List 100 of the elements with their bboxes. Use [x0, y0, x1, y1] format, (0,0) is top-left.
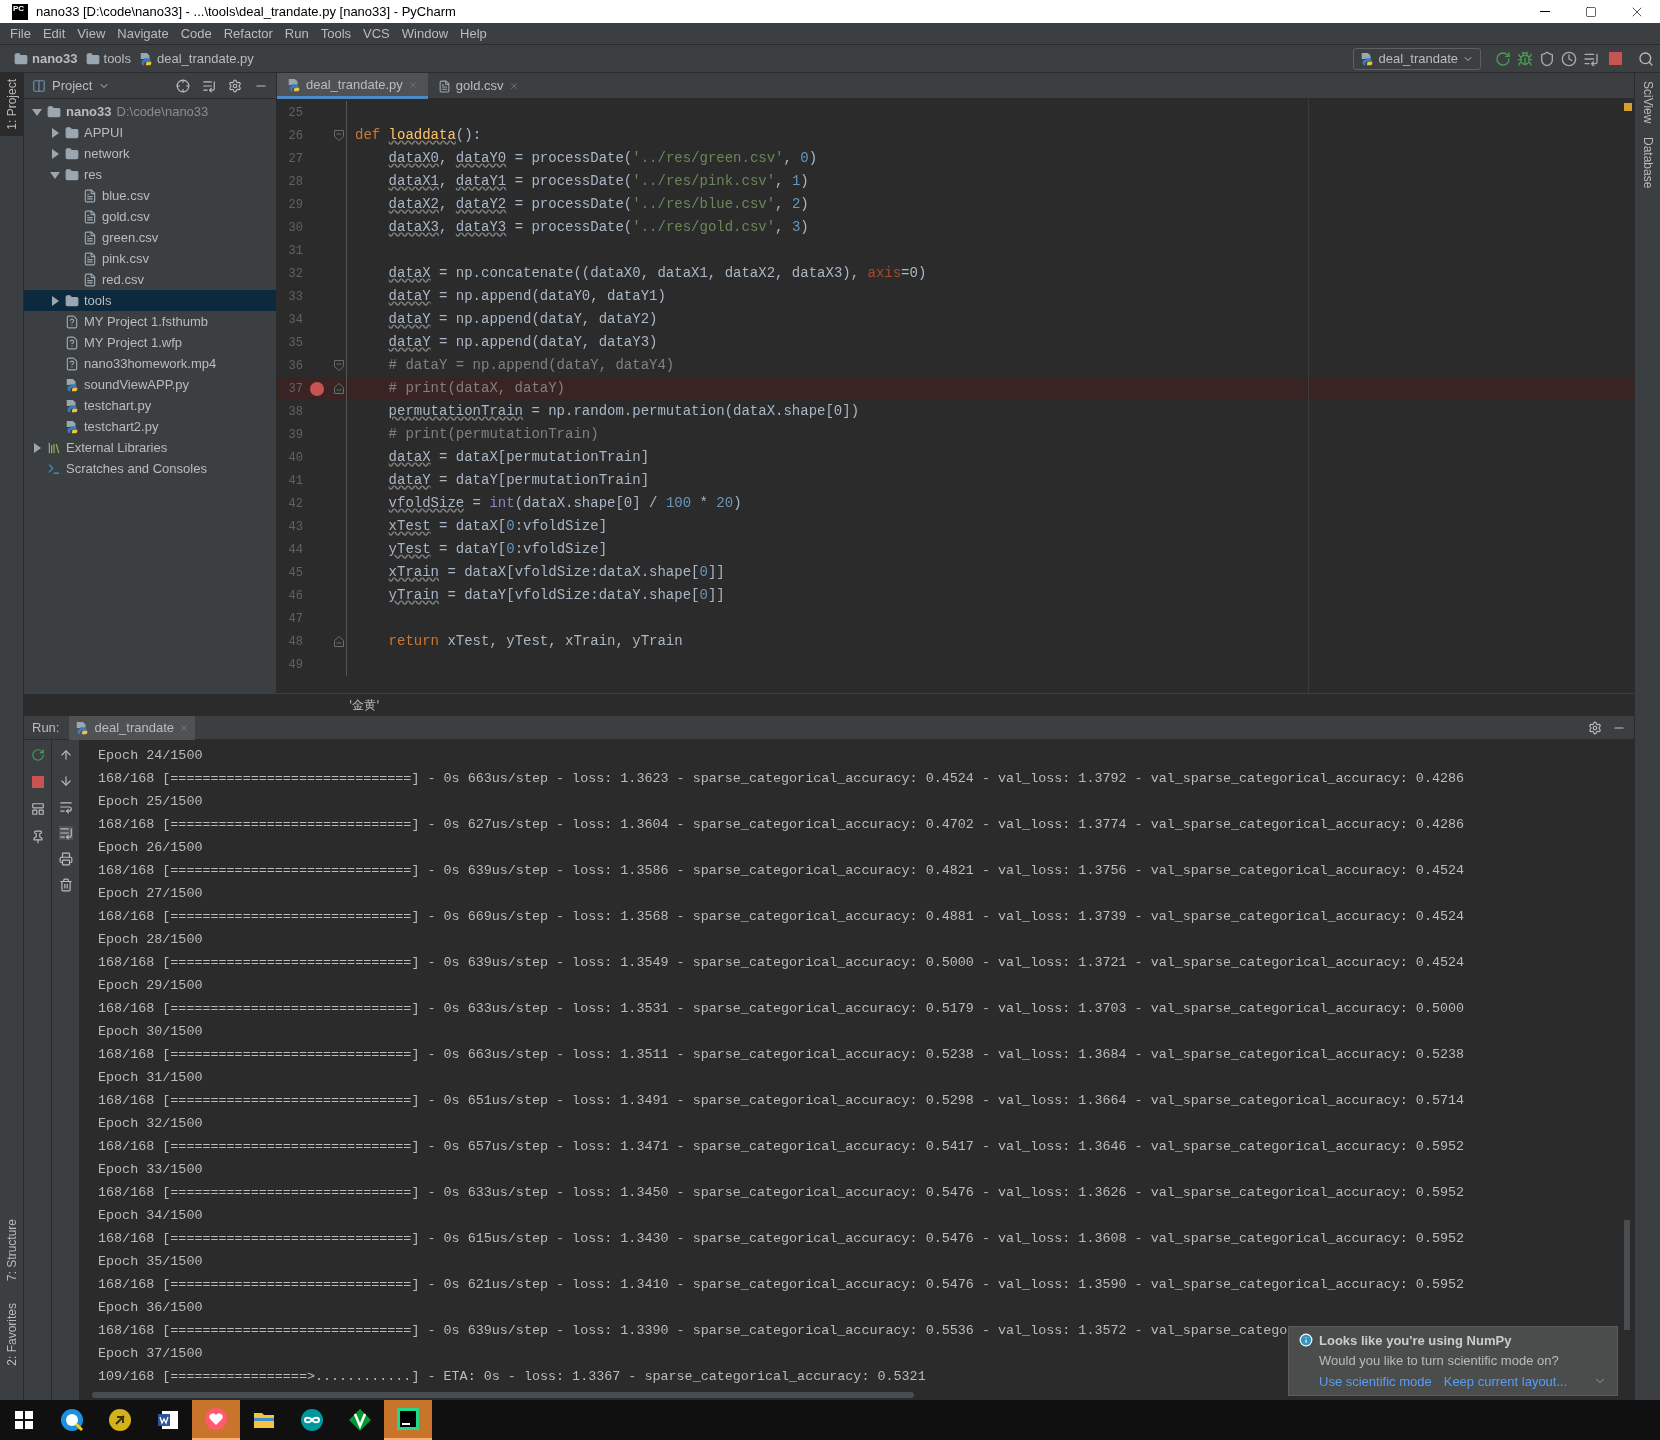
- down-arrow-icon[interactable]: [58, 774, 73, 788]
- menu-item[interactable]: Help: [454, 23, 493, 44]
- warning-marker[interactable]: [1624, 103, 1632, 111]
- tree-item[interactable]: External Libraries: [24, 437, 276, 458]
- menu-item[interactable]: Refactor: [217, 23, 279, 44]
- menu-item[interactable]: Navigate: [111, 23, 175, 44]
- fold-end-icon[interactable]: [333, 636, 344, 647]
- layout-icon[interactable]: [30, 802, 45, 816]
- python-file-icon: [1360, 51, 1375, 66]
- menu-item[interactable]: Edit: [36, 23, 72, 44]
- tool-window-tab[interactable]: 7: Structure: [0, 1215, 23, 1286]
- tool-window-tab[interactable]: 1: Project: [0, 73, 23, 136]
- up-arrow-icon[interactable]: [58, 748, 73, 762]
- collapsed-arrow-icon[interactable]: [32, 442, 42, 453]
- scroll-to-end-icon[interactable]: [58, 826, 73, 840]
- breadcrumb-item[interactable]: deal_trandate.py: [157, 48, 254, 69]
- tree-item[interactable]: testchart.py: [24, 395, 276, 416]
- tree-item[interactable]: pink.csv: [24, 248, 276, 269]
- tree-item[interactable]: gold.csv: [24, 206, 276, 227]
- collapsed-arrow-icon[interactable]: [50, 148, 60, 159]
- expanded-arrow-icon[interactable]: [50, 169, 60, 180]
- document-app-icon[interactable]: [156, 1408, 180, 1432]
- rerun-icon[interactable]: [30, 748, 45, 762]
- run-label: Run:: [32, 718, 60, 737]
- tree-item[interactable]: testchart2.py: [24, 416, 276, 437]
- pin-icon[interactable]: [30, 830, 45, 844]
- rerun-icon[interactable]: [1495, 50, 1511, 67]
- run-tab[interactable]: deal_trandate: [69, 715, 195, 740]
- panel-title[interactable]: Project: [52, 75, 93, 96]
- menu-item[interactable]: File: [4, 23, 37, 44]
- run-config-dropdown[interactable]: deal_trandate: [1353, 47, 1481, 70]
- editor-tab[interactable]: deal_trandate.py: [277, 73, 428, 99]
- editor-tab[interactable]: gold.csv: [427, 73, 529, 99]
- line-number: 48: [287, 633, 303, 651]
- windows-logo-icon[interactable]: [15, 1411, 33, 1429]
- console-line: Epoch 36/1500: [98, 1299, 203, 1317]
- menu-item[interactable]: Window: [395, 23, 455, 44]
- settings-icon[interactable]: [1588, 720, 1602, 735]
- menu-item[interactable]: VCS: [357, 23, 396, 44]
- tree-item[interactable]: green.csv: [24, 227, 276, 248]
- settings-icon[interactable]: [228, 78, 242, 93]
- tree-item[interactable]: nano33 D:\code\nano33: [24, 101, 276, 122]
- collapsed-arrow-icon[interactable]: [50, 127, 60, 138]
- console-line: 168/168 [==============================] - 0s 639us/step - loss: 1.3390 - sparse_categorical_accuracy: 0.5536 - val_loss: 1.3572 - val_sparse_catego: [98, 1322, 1288, 1340]
- trash-icon[interactable]: [58, 878, 73, 892]
- menu-item[interactable]: Tools: [314, 23, 358, 44]
- line-number: 29: [287, 196, 303, 214]
- menu-item[interactable]: Code: [174, 23, 218, 44]
- heart-app-icon[interactable]: [204, 1407, 228, 1431]
- browser-icon[interactable]: [60, 1408, 84, 1432]
- coverage-icon[interactable]: [1539, 50, 1555, 67]
- profile-icon[interactable]: [1561, 50, 1577, 67]
- breadcrumb-item[interactable]: nano33: [32, 48, 78, 69]
- folder-icon: [65, 293, 79, 308]
- code-line: # dataY = np.append(dataY, dataY4): [388, 356, 675, 375]
- tree-item[interactable]: Scratches and Consoles: [24, 458, 276, 479]
- fold-start-icon[interactable]: [333, 360, 344, 371]
- menu-item[interactable]: View: [71, 23, 112, 44]
- vim-app-icon[interactable]: [348, 1408, 372, 1432]
- tool-window-tab[interactable]: Database: [1638, 137, 1657, 189]
- soft-wrap-icon[interactable]: [58, 800, 73, 814]
- tree-item[interactable]: MY Project 1.fsthumb: [24, 311, 276, 332]
- expanded-arrow-icon[interactable]: [32, 106, 42, 117]
- tree-item[interactable]: nano33homework.mp4: [24, 353, 276, 374]
- tool-window-tab[interactable]: SciView: [1638, 81, 1657, 124]
- tree-item[interactable]: APPUI: [24, 122, 276, 143]
- tree-item[interactable]: tools: [24, 290, 276, 311]
- tree-item[interactable]: blue.csv: [24, 185, 276, 206]
- console-line: Epoch 29/1500: [98, 977, 203, 995]
- fold-start-icon[interactable]: [333, 130, 344, 141]
- scratches-icon: [47, 461, 61, 476]
- infinity-app-icon[interactable]: [300, 1408, 324, 1432]
- tree-item[interactable]: network: [24, 143, 276, 164]
- editor-breadcrumb[interactable]: '金黄': [349, 695, 380, 714]
- notification-link[interactable]: Use scientific mode: [1319, 1371, 1432, 1391]
- bulb-app-icon[interactable]: [108, 1408, 132, 1432]
- tool-window-tab[interactable]: 2: Favorites: [0, 1299, 23, 1370]
- tree-item[interactable]: red.csv: [24, 269, 276, 290]
- search-icon[interactable]: [1638, 50, 1654, 67]
- stop-icon[interactable]: [31, 776, 44, 788]
- horizontal-scrollbar[interactable]: [92, 1392, 914, 1398]
- vertical-scrollbar[interactable]: [1624, 1220, 1630, 1330]
- tree-item[interactable]: res: [24, 164, 276, 185]
- print-icon[interactable]: [58, 852, 73, 866]
- ide-app-icon[interactable]: [396, 1407, 420, 1431]
- locate-icon[interactable]: [176, 78, 190, 93]
- tree-item[interactable]: MY Project 1.wfp: [24, 332, 276, 353]
- tree-item-label: MY Project 1.wfp: [84, 333, 183, 352]
- collapse-icon[interactable]: [202, 78, 216, 93]
- console-line: Epoch 24/1500: [98, 747, 203, 765]
- collapsed-arrow-icon[interactable]: [50, 295, 60, 306]
- tree-item[interactable]: soundViewAPP.py: [24, 374, 276, 395]
- notification-title: Looks like you're using NumPy: [1319, 1331, 1512, 1350]
- text-file-icon: [83, 188, 97, 203]
- taskbar-item[interactable]: [384, 1400, 432, 1440]
- notification-link[interactable]: Keep current layout...: [1443, 1371, 1568, 1391]
- menu-item[interactable]: Run: [278, 23, 315, 44]
- fold-end-icon[interactable]: [333, 383, 344, 394]
- breadcrumb-item[interactable]: tools: [103, 48, 131, 69]
- debug-icon[interactable]: [1517, 50, 1533, 67]
